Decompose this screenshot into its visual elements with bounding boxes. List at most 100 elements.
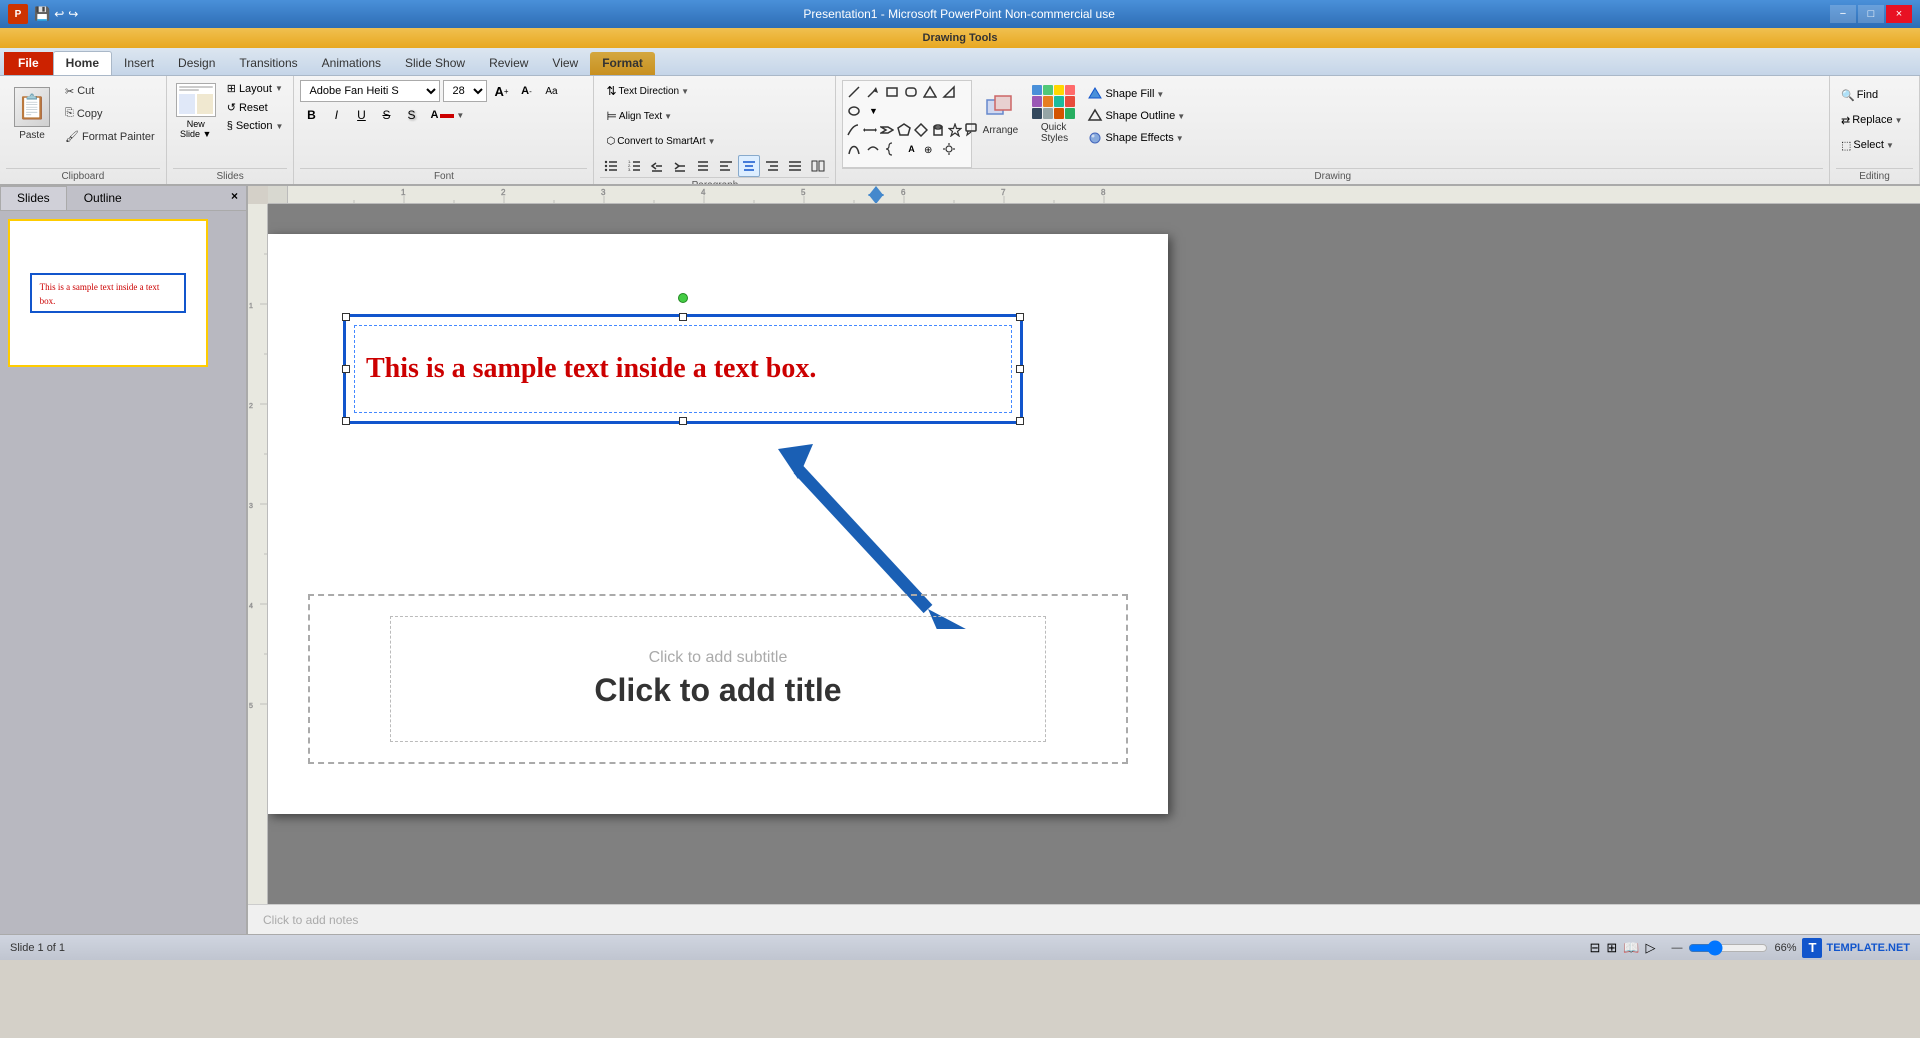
bullets-button[interactable] — [600, 155, 622, 177]
bottom-placeholder[interactable]: Click to add subtitle Click to add title — [308, 594, 1128, 764]
format-painter-button[interactable]: 🖌 Format Painter — [60, 127, 160, 146]
columns-button[interactable] — [807, 155, 829, 177]
slide-sorter-button[interactable]: ⊞ — [1606, 940, 1617, 956]
shape-line-btn[interactable] — [845, 83, 863, 101]
close-button[interactable]: × — [1886, 5, 1912, 23]
handle-top-right[interactable] — [1016, 313, 1024, 321]
redo-icon[interactable]: ↪ — [68, 7, 78, 21]
tab-view[interactable]: View — [540, 52, 590, 75]
paste-button[interactable]: 📋 Paste — [6, 80, 58, 148]
select-button[interactable]: ⬚ Select ▼ — [1836, 134, 1899, 156]
find-button[interactable]: 🔍 Find — [1836, 84, 1883, 106]
slide-1-thumbnail[interactable]: This is a sample text inside a text box. — [8, 219, 208, 367]
shape-rtriangle-btn[interactable] — [940, 83, 958, 101]
shape-oval-btn[interactable] — [845, 102, 863, 120]
tab-animations[interactable]: Animations — [310, 52, 393, 75]
shadow-button[interactable]: S — [400, 104, 422, 126]
shape-star-btn[interactable] — [947, 121, 963, 139]
tab-home[interactable]: Home — [53, 51, 112, 75]
minimize-button[interactable]: − — [1830, 5, 1856, 23]
tab-slideshow[interactable]: Slide Show — [393, 52, 477, 75]
quick-styles-button[interactable]: Quick Styles — [1028, 80, 1080, 148]
handle-middle-right[interactable] — [1016, 365, 1024, 373]
align-left-button[interactable] — [715, 155, 737, 177]
slide-canvas[interactable]: | This is a sample text inside a text bo… — [268, 234, 1168, 814]
textbox-sample-text[interactable]: This is a sample text inside a text box. — [366, 353, 816, 385]
justify-button[interactable] — [784, 155, 806, 177]
increase-font-button[interactable]: A+ — [490, 80, 512, 102]
section-button[interactable]: § Section ▼ — [223, 118, 288, 134]
shape-outline-button[interactable]: Shape Outline ▼ — [1082, 106, 1190, 126]
notes-panel[interactable]: Click to add notes — [248, 904, 1920, 934]
handle-top-left[interactable] — [342, 313, 350, 321]
handle-bottom-left[interactable] — [342, 417, 350, 425]
save-icon[interactable]: 💾 — [34, 6, 50, 22]
shape-diamond-btn[interactable] — [913, 121, 929, 139]
tab-transitions[interactable]: Transitions — [227, 52, 309, 75]
zoom-slider[interactable] — [1688, 940, 1768, 956]
align-text-button[interactable]: ⊨ Align Text ▼ — [600, 105, 678, 127]
italic-button[interactable]: I — [325, 104, 347, 126]
shape-sun-btn[interactable] — [940, 140, 958, 158]
numbering-button[interactable]: 1.2.3. — [623, 155, 645, 177]
shape-connector-btn[interactable] — [845, 121, 861, 139]
shape-effects-button[interactable]: Shape Effects ▼ — [1082, 128, 1190, 148]
cut-button[interactable]: ✂ Cut — [60, 82, 160, 101]
reset-button[interactable]: ↺ Reset — [223, 99, 288, 116]
shape-textbox-btn[interactable]: A — [902, 140, 920, 158]
copy-button[interactable]: ⎘ Copy — [60, 104, 160, 123]
shape-double-arrow-btn[interactable] — [862, 121, 878, 139]
bold-button[interactable]: B — [300, 104, 322, 126]
clear-formatting-button[interactable]: Aa — [540, 80, 562, 102]
decrease-font-button[interactable]: A- — [515, 80, 537, 102]
undo-icon[interactable]: ↩ — [54, 7, 64, 21]
line-spacing-button[interactable] — [692, 155, 714, 177]
strikethrough-button[interactable]: S — [375, 104, 397, 126]
shape-brace-btn[interactable] — [883, 140, 901, 158]
handle-middle-left[interactable] — [342, 365, 350, 373]
tab-file[interactable]: File — [4, 52, 53, 75]
tab-insert[interactable]: Insert — [112, 52, 166, 75]
shape-quad-arrow-btn[interactable]: ⊕ — [921, 140, 939, 158]
handle-rotate[interactable] — [678, 293, 688, 303]
tab-design[interactable]: Design — [166, 52, 227, 75]
font-name-select[interactable]: Adobe Fan Heiti S — [300, 80, 440, 102]
arrange-button[interactable]: Arrange — [974, 80, 1026, 148]
handle-top-center[interactable] — [679, 313, 687, 321]
shape-fill-button[interactable]: Shape Fill ▼ — [1082, 84, 1190, 104]
slideshow-button[interactable]: ▷ — [1645, 940, 1655, 956]
shape-more-btn[interactable]: ▼ — [864, 102, 882, 120]
subtitle-inner[interactable]: Click to add subtitle Click to add title — [390, 616, 1046, 742]
shape-arc-btn[interactable] — [864, 140, 882, 158]
font-size-select[interactable]: 28 81012141618202428323648 — [443, 80, 487, 102]
slides-tab[interactable]: Slides — [0, 186, 67, 210]
tab-format[interactable]: Format — [590, 52, 655, 75]
new-slide-button[interactable]: New Slide ▼ — [173, 80, 219, 142]
decrease-indent-button[interactable] — [646, 155, 668, 177]
maximize-button[interactable]: □ — [1858, 5, 1884, 23]
tab-review[interactable]: Review — [477, 52, 540, 75]
shape-triangle-btn[interactable] — [921, 83, 939, 101]
normal-view-button[interactable]: ⊟ — [1589, 940, 1600, 956]
replace-button[interactable]: ⇄ Replace ▼ — [1836, 109, 1908, 131]
close-panel-button[interactable]: × — [223, 186, 246, 210]
layout-button[interactable]: ⊞ Layout ▼ — [223, 80, 288, 97]
shape-rect-btn[interactable] — [883, 83, 901, 101]
increase-indent-button[interactable] — [669, 155, 691, 177]
character-spacing-button[interactable] — [565, 80, 587, 102]
align-right-button[interactable] — [761, 155, 783, 177]
align-center-button[interactable] — [738, 155, 760, 177]
selected-textbox[interactable]: | This is a sample text inside a text bo… — [343, 314, 1023, 424]
convert-smartart-button[interactable]: ⬡ Convert to SmartArt ▼ — [600, 130, 721, 152]
font-color-dropdown[interactable]: ▼ — [456, 111, 464, 120]
shape-chevron-btn[interactable] — [879, 121, 895, 139]
slide-scroll-area[interactable]: | This is a sample text inside a text bo… — [268, 204, 1920, 904]
shape-rounded-rect-btn[interactable] — [902, 83, 920, 101]
outline-tab[interactable]: Outline — [67, 186, 139, 210]
handle-bottom-right[interactable] — [1016, 417, 1024, 425]
shape-pentagon-btn[interactable] — [896, 121, 912, 139]
reading-view-button[interactable]: 📖 — [1623, 940, 1639, 956]
text-direction-button[interactable]: ⇅ Text Direction ▼ — [600, 80, 695, 102]
handle-bottom-center[interactable] — [679, 417, 687, 425]
shape-freeform-btn[interactable] — [845, 140, 863, 158]
